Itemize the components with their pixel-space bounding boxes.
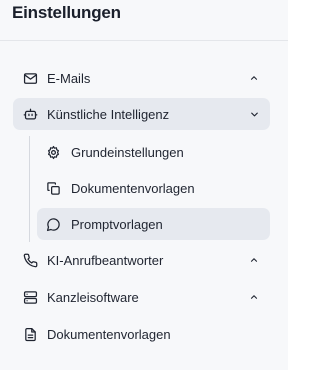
nav-item-label: Kanzleisoftware: [47, 289, 139, 305]
sub-item-grundeinstellungen[interactable]: Grundeinstellungen: [37, 136, 270, 168]
submenu-tree-line: [29, 136, 30, 242]
message-circle-icon: [45, 216, 61, 232]
chevron-up-icon[interactable]: [248, 291, 260, 303]
gear-icon: [45, 144, 61, 160]
nav-item-label: E-Mails: [47, 70, 91, 86]
nav-item-kanzleisoftware[interactable]: Kanzleisoftware: [13, 281, 270, 313]
header-divider: [0, 40, 288, 41]
nav-item-label: Künstliche Intelligenz: [47, 106, 170, 122]
server-icon: [22, 289, 38, 305]
sub-item-promptvorlagen[interactable]: Promptvorlagen: [37, 208, 270, 240]
nav-item-emails[interactable]: E-Mails: [13, 62, 270, 94]
chevron-up-icon[interactable]: [248, 72, 260, 84]
bot-icon: [22, 106, 38, 122]
nav-item-dokumentenvorlagen[interactable]: Dokumentenvorlagen: [13, 318, 270, 350]
nav-item-label: KI-Anrufbeantworter: [47, 252, 164, 268]
nav-item-label: Dokumentenvorlagen: [47, 326, 171, 342]
sub-item-label: Grundeinstellungen: [71, 144, 184, 160]
chevron-down-icon[interactable]: [248, 108, 260, 120]
phone-icon: [22, 252, 38, 268]
copy-icon: [45, 180, 61, 196]
file-text-icon: [22, 326, 38, 342]
sub-item-dokumentenvorlagen[interactable]: Dokumentenvorlagen: [37, 172, 270, 204]
nav-item-ki[interactable]: Künstliche Intelligenz: [13, 98, 270, 130]
nav-item-ki-anrufbeantworter[interactable]: KI-Anrufbeantworter: [13, 244, 270, 276]
page-title: Einstellungen: [12, 3, 121, 22]
sub-item-label: Dokumentenvorlagen: [71, 180, 195, 196]
settings-sidebar: Einstellungen E-Mails Künstliche Intelli…: [0, 0, 288, 370]
sub-item-label: Promptvorlagen: [71, 216, 163, 232]
chevron-up-icon[interactable]: [248, 254, 260, 266]
mail-icon: [22, 70, 38, 86]
